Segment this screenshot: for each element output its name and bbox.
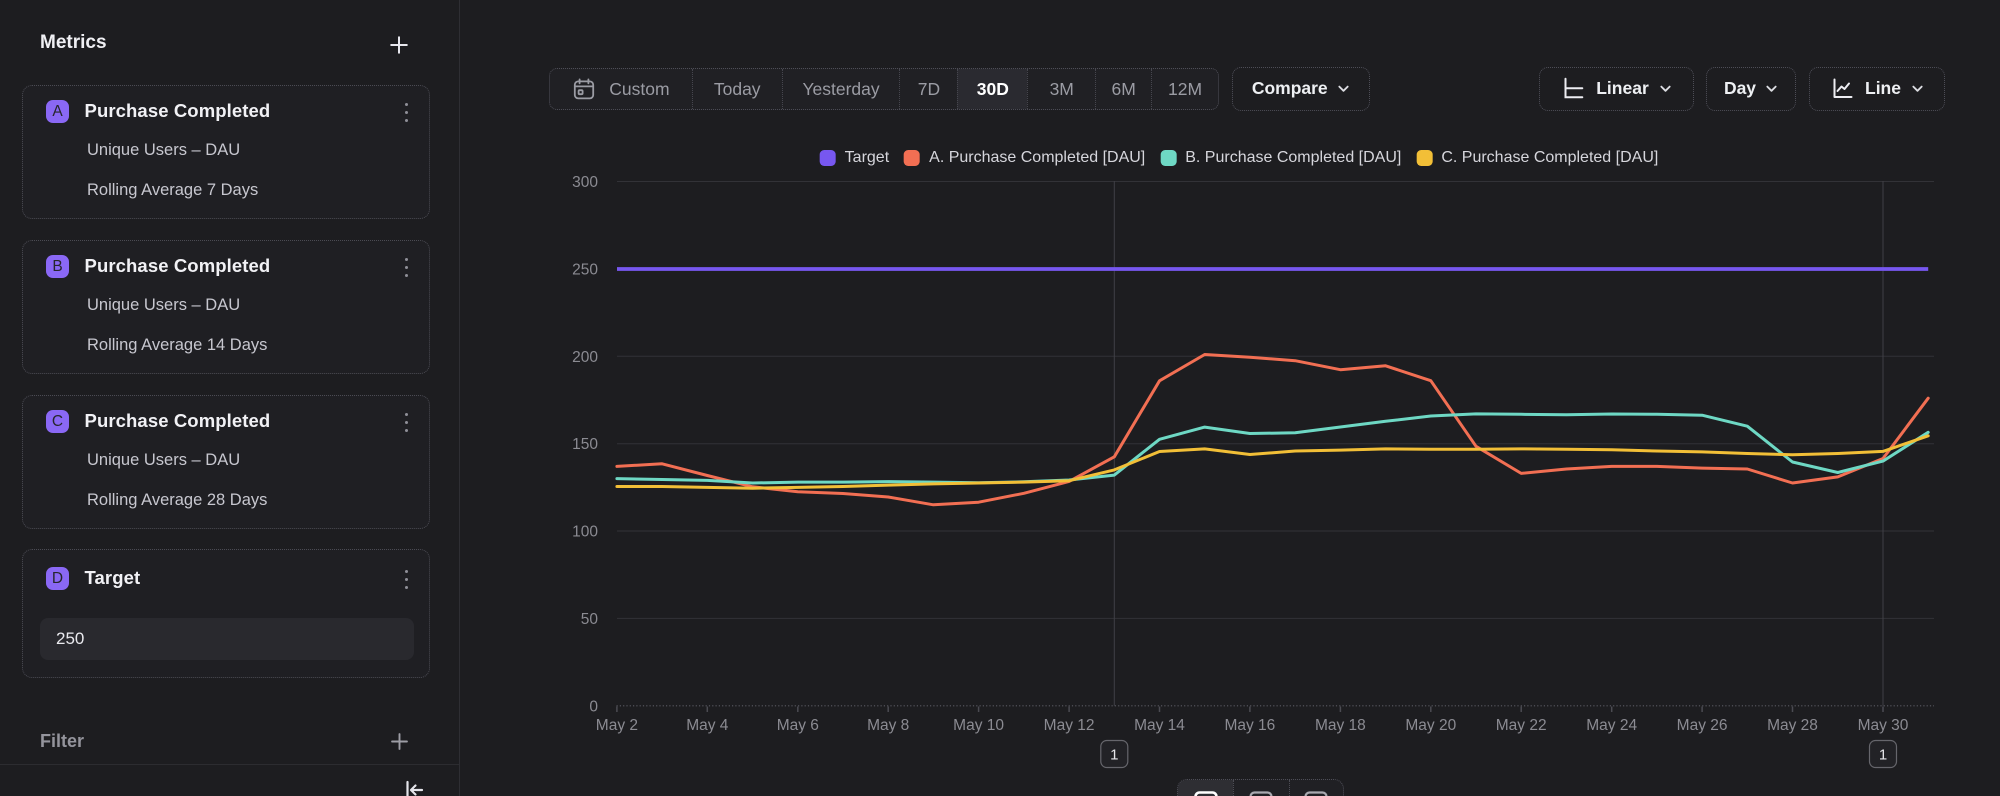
svg-text:May 2: May 2 bbox=[596, 717, 638, 734]
svg-text:300: 300 bbox=[572, 174, 598, 191]
svg-text:May 22: May 22 bbox=[1496, 717, 1547, 734]
svg-text:1: 1 bbox=[1879, 747, 1887, 764]
svg-text:May 18: May 18 bbox=[1315, 717, 1366, 734]
svg-text:150: 150 bbox=[572, 436, 598, 453]
svg-text:May 16: May 16 bbox=[1224, 717, 1275, 734]
svg-text:50: 50 bbox=[581, 611, 599, 628]
svg-text:200: 200 bbox=[572, 349, 598, 366]
svg-text:0: 0 bbox=[589, 698, 598, 715]
svg-text:100: 100 bbox=[572, 524, 598, 541]
svg-text:May 10: May 10 bbox=[953, 717, 1004, 734]
svg-text:250: 250 bbox=[572, 261, 598, 278]
svg-text:May 26: May 26 bbox=[1677, 717, 1728, 734]
svg-text:May 20: May 20 bbox=[1405, 717, 1456, 734]
svg-text:May 30: May 30 bbox=[1858, 717, 1909, 734]
svg-text:May 14: May 14 bbox=[1134, 717, 1185, 734]
svg-text:May 8: May 8 bbox=[867, 717, 909, 734]
svg-text:May 12: May 12 bbox=[1044, 717, 1095, 734]
svg-text:May 28: May 28 bbox=[1767, 717, 1818, 734]
svg-text:May 24: May 24 bbox=[1586, 717, 1637, 734]
svg-text:May 6: May 6 bbox=[777, 717, 819, 734]
svg-text:1: 1 bbox=[1110, 747, 1118, 764]
svg-text:May 4: May 4 bbox=[686, 717, 729, 734]
